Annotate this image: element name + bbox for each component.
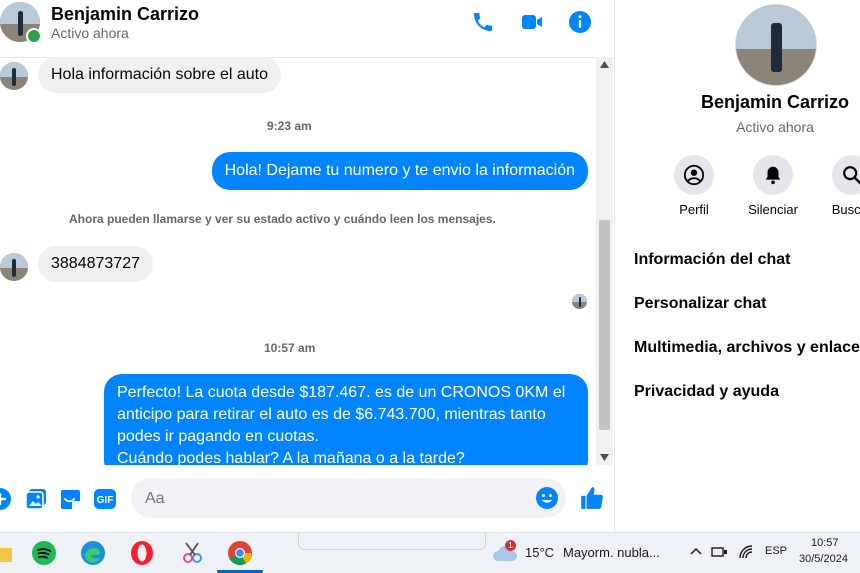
profile-name: Benjamin Carrizo <box>700 92 850 112</box>
like-icon[interactable] <box>579 485 605 511</box>
sticker-icon[interactable] <box>58 487 82 511</box>
message-line: anticipo para retirar el auto es de $6.7… <box>117 406 546 423</box>
scroll-down-icon[interactable] <box>600 454 609 461</box>
clock-date[interactable]: 30/5/2024 <box>799 553 848 565</box>
snipping-tool-icon[interactable] <box>179 540 205 566</box>
chevron-up-icon[interactable] <box>690 547 702 555</box>
chat-pane: Benjamin Carrizo Activo ahora Hola infor… <box>0 0 614 532</box>
message-list[interactable]: Hola información sobre el auto 9:23 am H… <box>0 57 596 465</box>
contact-status: Activo ahora <box>51 25 129 41</box>
mute-label: Silenciar <box>748 202 798 217</box>
search-label: Buscar <box>831 202 860 217</box>
outgoing-message[interactable]: Hola! Dejame tu numero y te envio la inf… <box>211 152 588 190</box>
profile-status: Activo ahora <box>736 119 814 135</box>
profile-icon <box>683 164 705 186</box>
system-notice: Ahora pueden llamarse y ver su estado ac… <box>69 212 496 226</box>
profile-avatar[interactable] <box>735 4 817 86</box>
menu-privacy-help[interactable]: Privacidad y ayuda <box>634 383 779 401</box>
video-call-icon[interactable] <box>520 10 544 34</box>
gif-icon[interactable]: GIF <box>93 487 117 511</box>
scroll-up-icon[interactable] <box>600 61 609 68</box>
search-action[interactable]: Buscar <box>812 155 860 217</box>
mute-action[interactable]: Silenciar <box>733 155 813 217</box>
message-scrollbar[interactable] <box>596 57 613 465</box>
phone-icon[interactable] <box>471 10 495 34</box>
svg-text:GIF: GIF <box>97 495 114 506</box>
opera-icon[interactable] <box>129 540 155 566</box>
profile-action[interactable]: Perfil <box>654 155 734 217</box>
sender-avatar <box>0 62 28 90</box>
message-line: Cuándo podes hablar? A la mañana o a la … <box>117 450 465 465</box>
clock-time[interactable]: 10:57 <box>811 537 839 549</box>
composer: GIF <box>0 470 614 530</box>
message-line: Perfecto! La cuota desde $187.467. es de… <box>117 384 566 401</box>
wifi-icon[interactable] <box>738 545 754 559</box>
search-icon <box>843 166 860 185</box>
gallery-icon[interactable] <box>24 487 48 511</box>
edge-browser-icon[interactable] <box>80 540 106 566</box>
bell-icon <box>765 166 781 185</box>
weather-alert-badge: 1 <box>505 540 516 551</box>
scroll-thumb[interactable] <box>599 220 610 430</box>
menu-media-files-links[interactable]: Multimedia, archivos y enlaces <box>634 339 860 357</box>
read-receipt-avatar <box>572 294 587 309</box>
contact-name[interactable]: Benjamin Carrizo <box>51 4 199 25</box>
message-timestamp: 10:57 am <box>264 341 316 355</box>
info-icon[interactable] <box>568 10 592 34</box>
message-line: podes ir pagando en cuotas. <box>117 428 319 445</box>
online-indicator <box>26 28 42 44</box>
taskbar-preview-area <box>298 533 486 550</box>
incoming-message[interactable]: Hola información sobre el auto <box>38 57 282 93</box>
plus-icon[interactable] <box>0 487 12 511</box>
weather-temperature[interactable]: 15°C <box>525 545 554 560</box>
chat-header: Benjamin Carrizo Activo ahora <box>0 0 614 58</box>
spotify-icon[interactable] <box>31 540 57 566</box>
network-icon[interactable] <box>711 545 729 559</box>
folder-icon[interactable] <box>0 540 14 566</box>
emoji-icon[interactable] <box>535 486 559 510</box>
profile-label: Perfil <box>679 202 709 217</box>
message-timestamp: 9:23 am <box>267 119 312 133</box>
outgoing-message[interactable]: Perfecto! La cuota desde $187.467. es de… <box>104 374 588 465</box>
chrome-icon[interactable] <box>227 540 253 566</box>
incoming-message[interactable]: 3884873727 <box>38 246 153 282</box>
menu-customize-chat[interactable]: Personalizar chat <box>634 295 767 313</box>
message-input[interactable] <box>143 478 527 520</box>
input-language[interactable]: ESP <box>765 545 787 557</box>
weather-description[interactable]: Mayorm. nubla... <box>563 545 660 560</box>
taskbar: 1 15°C Mayorm. nubla... ESP 10:57 30/5/2… <box>0 532 860 573</box>
sender-avatar <box>0 253 28 281</box>
chat-info-panel: Benjamin Carrizo Activo ahora Perfil Sil… <box>615 0 860 532</box>
message-input-box[interactable] <box>131 478 566 520</box>
menu-chat-info[interactable]: Información del chat <box>634 251 790 269</box>
